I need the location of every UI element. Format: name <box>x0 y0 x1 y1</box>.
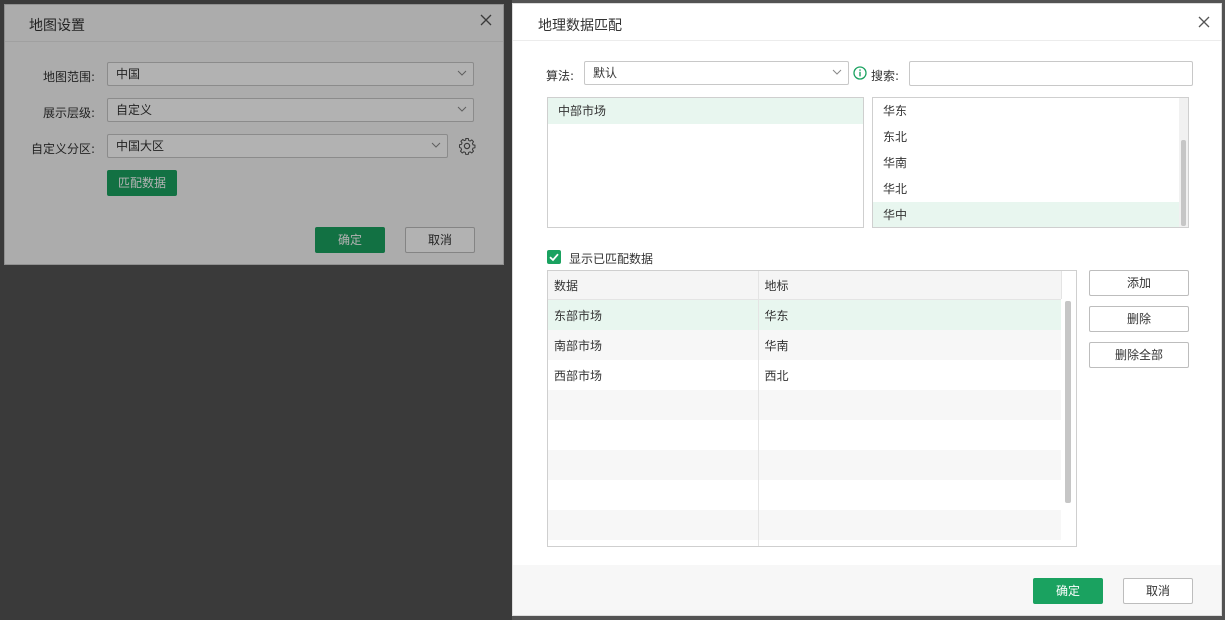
list-item[interactable]: 华南 <box>873 150 1180 176</box>
geo-list-scroll-thumb[interactable] <box>1181 140 1186 226</box>
cell-landmark <box>758 480 1062 510</box>
cell-landmark: 华南 <box>758 330 1062 360</box>
cell-data <box>548 480 759 510</box>
table-row <box>548 510 1062 540</box>
dialog-footer <box>513 565 1221 615</box>
geo-data-match-dialog: 地理数据匹配 算法: 默认 搜索: 中部市场 华东 东北 华南 华北 华中 显示已匹配数… <box>512 3 1222 616</box>
table-row <box>548 420 1062 450</box>
check-icon <box>549 253 559 262</box>
cell-landmark <box>758 390 1062 420</box>
close-icon[interactable] <box>1197 15 1211 29</box>
list-item[interactable]: 中部市场 <box>548 98 863 124</box>
geo-match-title: 地理数据匹配 <box>538 18 622 34</box>
cell-data <box>548 510 759 540</box>
chevron-down-icon <box>832 69 842 75</box>
algorithm-select[interactable]: 默认 <box>584 61 849 85</box>
add-button[interactable]: 添加 <box>1089 270 1189 296</box>
cell-landmark <box>758 510 1062 540</box>
table-header-row: 数据 地标 <box>548 271 1062 300</box>
table-row <box>548 480 1062 510</box>
cell-data: 南部市场 <box>548 330 759 360</box>
cell-data <box>548 390 759 420</box>
cell-data <box>548 540 759 546</box>
search-input[interactable] <box>909 61 1193 86</box>
unmatched-data-list: 中部市场 <box>547 97 864 228</box>
show-matched-label: 显示已匹配数据 <box>569 252 654 266</box>
table-scroll-thumb[interactable] <box>1065 301 1071 503</box>
table-row <box>548 540 1062 546</box>
table-row[interactable]: 西部市场 西北 <box>548 360 1062 390</box>
algorithm-value: 默认 <box>593 66 618 80</box>
list-item[interactable]: 华中 <box>873 202 1180 227</box>
geo-cancel-button[interactable]: 取消 <box>1123 578 1193 604</box>
table-row[interactable]: 东部市场 华东 <box>548 299 1062 330</box>
info-icon[interactable] <box>853 66 867 80</box>
table-row <box>548 390 1062 420</box>
matched-data-table: 数据 地标 东部市场 华东 南部市场 华南 西部市场 西北 <box>547 270 1077 547</box>
cell-data: 东部市场 <box>548 299 759 330</box>
delete-all-button[interactable]: 删除全部 <box>1089 342 1189 368</box>
table-row[interactable]: 南部市场 华南 <box>548 330 1062 360</box>
cell-data <box>548 450 759 480</box>
column-header-landmark[interactable]: 地标 <box>758 271 1062 300</box>
geo-ok-button[interactable]: 确定 <box>1033 578 1103 604</box>
cell-landmark: 西北 <box>758 360 1062 390</box>
algorithm-label: 算法: <box>546 69 575 83</box>
delete-button[interactable]: 删除 <box>1089 306 1189 332</box>
search-label: 搜索: <box>871 69 900 83</box>
column-header-data[interactable]: 数据 <box>548 271 759 300</box>
cell-landmark <box>758 420 1062 450</box>
list-item[interactable]: 华东 <box>873 98 1180 124</box>
table-row <box>548 450 1062 480</box>
cell-landmark <box>758 540 1062 546</box>
cell-data <box>548 420 759 450</box>
cell-data: 西部市场 <box>548 360 759 390</box>
list-item[interactable]: 东北 <box>873 124 1180 150</box>
geo-landmark-list: 华东 东北 华南 华北 华中 <box>872 97 1189 228</box>
modal-backdrop <box>0 0 512 620</box>
cell-landmark: 华东 <box>758 299 1062 330</box>
header-divider <box>513 40 1221 41</box>
cell-landmark <box>758 450 1062 480</box>
list-item[interactable]: 华北 <box>873 176 1180 202</box>
show-matched-checkbox[interactable] <box>547 250 561 264</box>
